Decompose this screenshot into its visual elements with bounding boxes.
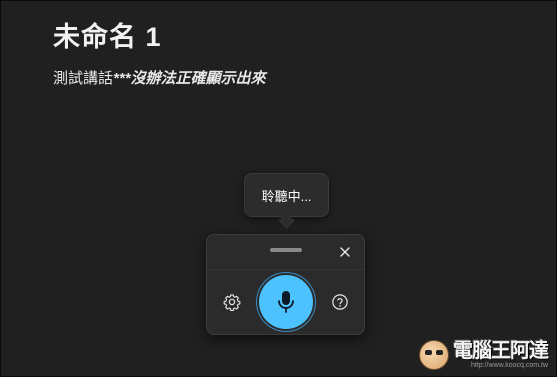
close-button[interactable] [334, 241, 356, 263]
tooltip-text: 聆聽中... [261, 188, 312, 204]
document-body-text[interactable]: 測試講話***沒辦法正確顯示出來 [53, 67, 266, 88]
gear-icon [223, 294, 241, 311]
watermark-title: 電腦王阿達 [453, 340, 549, 362]
help-button[interactable] [327, 289, 353, 315]
settings-button[interactable] [219, 289, 245, 315]
body-plain-text: 測試講話 [53, 70, 114, 87]
voice-typing-panel [206, 234, 365, 335]
help-circle-icon [332, 294, 348, 310]
watermark-url: http://www.koocq.com.tw [470, 362, 548, 369]
microphone-icon [278, 291, 294, 313]
editor-window: 未命名 1 測試講話***沒辦法正確顯示出來 聆聽中... 電腦王阿達 http… [0, 0, 557, 377]
mascot-logo [419, 340, 449, 370]
document-title: 未命名 1 [53, 22, 162, 52]
microphone-button[interactable] [259, 275, 313, 329]
site-watermark: 電腦王阿達 http://www.koocq.com.tw [419, 336, 549, 370]
listening-tooltip: 聆聽中... [244, 173, 329, 217]
watermark-text: 電腦王阿達 http://www.koocq.com.tw [453, 340, 549, 370]
body-emphasis-text: ***沒辦法正確顯示出來 [113, 70, 266, 87]
drag-handle[interactable] [270, 248, 302, 252]
panel-header [207, 235, 364, 270]
close-icon [340, 247, 350, 257]
